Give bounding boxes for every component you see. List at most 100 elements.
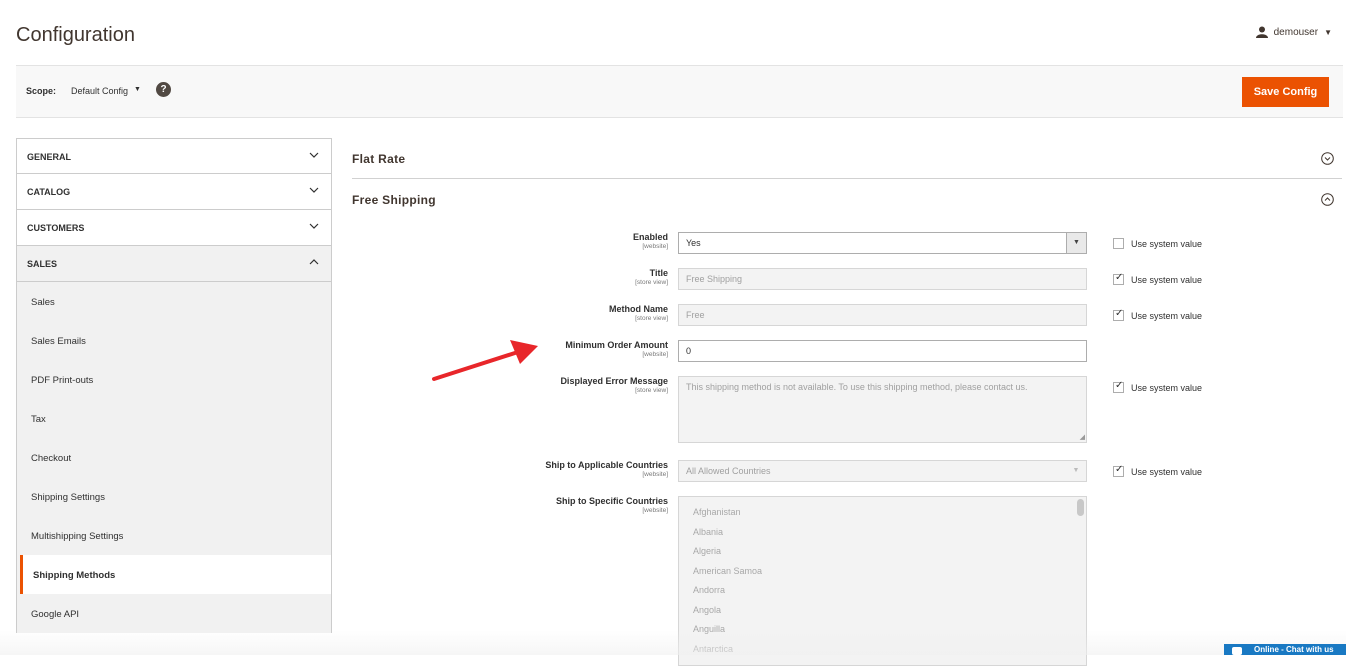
group-free-shipping[interactable]: Free Shipping — [352, 179, 1342, 220]
list-option[interactable]: Afghanistan — [679, 503, 1086, 523]
list-option[interactable]: Algeria — [679, 542, 1086, 562]
field-scope: [website] — [642, 471, 668, 478]
expand-circle-icon — [1321, 152, 1334, 165]
field-label: Ship to Specific Countries — [555, 496, 668, 506]
field-label: Enabled — [632, 232, 668, 242]
checkbox[interactable] — [1113, 272, 1124, 285]
annotation-arrow-icon — [432, 340, 538, 381]
error-message-textarea[interactable]: This shipping method is not available. T… — [678, 376, 1087, 443]
field-scope: [website] — [642, 243, 668, 250]
scope-value: Default Config — [71, 86, 129, 96]
sidebar-item-multishipping-settings[interactable]: Multishipping Settings — [17, 516, 331, 555]
config-sidebar: GENERAL CATALOG CUSTOMERS SALES Sales Sa… — [16, 138, 332, 633]
section-catalog[interactable]: CATALOG — [16, 174, 332, 210]
sidebar-item-label: PDF Print-outs — [31, 375, 94, 386]
use-system-error-msg[interactable]: Use system value — [1113, 380, 1203, 393]
resize-handle-icon[interactable]: ◢ — [1080, 433, 1085, 441]
section-customers[interactable]: CUSTOMERS — [16, 210, 332, 246]
input-value: Free Shipping — [686, 274, 743, 284]
chevron-down-icon — [309, 223, 319, 229]
caret-down-icon: ▼ — [1066, 233, 1086, 253]
field-scope: [store view] — [635, 315, 668, 322]
sidebar-item-label: Google API — [31, 609, 80, 620]
list-option[interactable]: Antarctica — [679, 640, 1086, 660]
section-general[interactable]: GENERAL — [16, 138, 332, 174]
applicable-countries-select[interactable]: All Allowed Countries ▼ — [678, 460, 1087, 482]
input-value: 0 — [686, 346, 692, 356]
min-order-amount-input[interactable]: 0 — [678, 340, 1087, 362]
checkbox[interactable] — [1113, 308, 1124, 321]
collapse-circle-icon — [1321, 193, 1334, 206]
chevron-down-icon — [309, 187, 319, 193]
checkbox[interactable] — [1113, 238, 1124, 249]
user-menu[interactable]: demouser ▼ — [1255, 26, 1332, 38]
user-icon — [1255, 26, 1268, 38]
sidebar-item-shipping-methods[interactable]: Shipping Methods — [20, 555, 331, 594]
sidebar-item-label: Sales — [31, 297, 55, 308]
scope-label: Scope: — [26, 86, 57, 96]
specific-countries-multiselect[interactable]: Afghanistan Albania Algeria American Sam… — [678, 496, 1087, 666]
select-value: All Allowed Countries — [686, 466, 771, 476]
checkbox-label: Use system value — [1131, 382, 1203, 393]
help-icon[interactable]: ? — [156, 82, 171, 97]
sidebar-item-sales[interactable]: Sales — [17, 282, 331, 321]
section-label: CATALOG — [27, 187, 71, 197]
save-config-button[interactable]: Save Config — [1242, 77, 1329, 107]
chevron-down-icon — [309, 152, 319, 158]
method-name-input[interactable]: Free — [678, 304, 1087, 326]
use-system-method-name[interactable]: Use system value — [1113, 308, 1202, 321]
title-input[interactable]: Free Shipping — [678, 268, 1087, 290]
field-label: Title — [649, 268, 668, 278]
username: demouser — [1273, 26, 1319, 38]
checkbox-label: Use system value — [1131, 274, 1203, 285]
field-label: Method Name — [608, 304, 668, 314]
section-label: GENERAL — [27, 152, 72, 162]
select-value: Yes — [686, 238, 701, 248]
list-option[interactable]: Albania — [679, 523, 1086, 543]
list-option[interactable]: American Samoa — [679, 562, 1086, 582]
sidebar-item-label: Tax — [31, 414, 46, 425]
field-scope: [store view] — [635, 387, 668, 394]
list-option[interactable]: Andorra — [679, 581, 1086, 601]
group-title: Flat Rate — [352, 152, 406, 166]
chevron-up-icon — [309, 259, 319, 265]
sidebar-item-label: Shipping Settings — [31, 492, 105, 503]
list-option[interactable]: Anguilla — [679, 620, 1086, 640]
sidebar-item-label: Sales Emails — [31, 336, 86, 347]
scrollbar-thumb[interactable] — [1077, 499, 1084, 516]
sidebar-item-tax[interactable]: Tax — [17, 399, 331, 438]
sidebar-item-shipping-settings[interactable]: Shipping Settings — [17, 477, 331, 516]
scope-switcher[interactable]: Default Config ▼ — [71, 86, 141, 96]
caret-down-icon: ▼ — [1072, 467, 1080, 474]
checkbox-label: Use system value — [1131, 466, 1203, 477]
chat-label: Online - Chat with us — [1254, 645, 1334, 654]
sales-submenu: Sales Sales Emails PDF Print-outs Tax Ch… — [16, 282, 332, 633]
caret-down-icon: ▼ — [1324, 27, 1332, 37]
sidebar-item-label: Multishipping Settings — [31, 531, 124, 542]
checkbox-label: Use system value — [1131, 238, 1203, 249]
sidebar-item-checkout[interactable]: Checkout — [17, 438, 331, 477]
page-title: Configuration — [16, 24, 135, 46]
field-label: Ship to Applicable Countries — [545, 460, 668, 470]
checkbox[interactable] — [1113, 464, 1124, 477]
group-title: Free Shipping — [352, 193, 436, 207]
section-sales[interactable]: SALES — [16, 246, 332, 282]
checkbox[interactable] — [1113, 380, 1124, 393]
use-system-applicable[interactable]: Use system value — [1113, 464, 1203, 477]
list-option[interactable]: Angola — [679, 601, 1086, 621]
group-flat-rate[interactable]: Flat Rate — [352, 138, 1342, 179]
textarea-value: This shipping method is not available. T… — [686, 382, 1028, 392]
use-system-enabled[interactable]: Use system value — [1113, 238, 1202, 249]
sidebar-item-pdf-printouts[interactable]: PDF Print-outs — [17, 360, 331, 399]
sidebar-item-google-api[interactable]: Google API — [17, 594, 331, 633]
enabled-select[interactable]: Yes ▼ — [678, 232, 1087, 254]
scope-bar: Scope: Default Config ▼ ? Save Config — [16, 65, 1343, 118]
field-scope: [store view] — [635, 279, 668, 286]
sidebar-item-sales-emails[interactable]: Sales Emails — [17, 321, 331, 360]
config-main: Flat Rate Free Shipping Enabled [website]… — [352, 138, 1342, 666]
sidebar-item-label: Shipping Methods — [33, 570, 116, 581]
chat-widget[interactable]: Online - Chat with us — [1224, 644, 1346, 655]
use-system-title[interactable]: Use system value — [1113, 272, 1203, 285]
input-value: Free — [686, 310, 705, 320]
section-label: CUSTOMERS — [27, 223, 85, 233]
